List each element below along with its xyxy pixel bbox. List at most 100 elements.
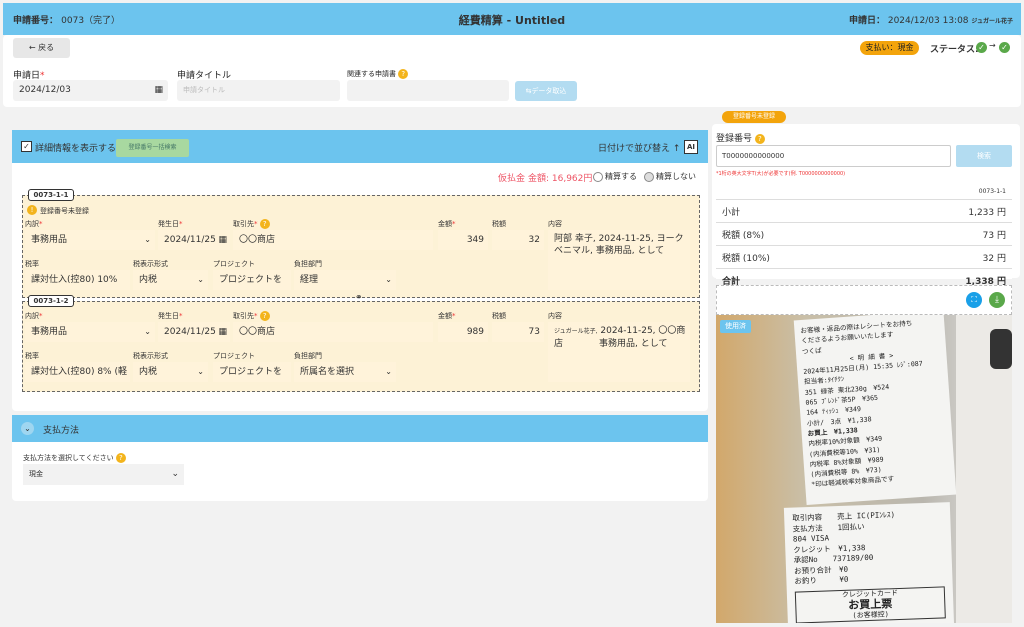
category-select[interactable]: 事務用品 ⌄ xyxy=(25,322,155,342)
unregistered-badge: 登録番号未登録 xyxy=(722,111,786,123)
bulk-search-button[interactable]: 登録番号一括検索 xyxy=(116,139,189,157)
dept-select[interactable]: 経理 ⌄ xyxy=(294,270,396,290)
project-select[interactable]: プロジェクトを xyxy=(213,270,291,290)
registration-label: 登録番号 ? xyxy=(716,131,765,144)
item-tag: 0073-1-2 xyxy=(28,295,74,307)
chevron-down-icon: ⌄ xyxy=(385,367,392,376)
chevron-down-icon: ⌄ xyxy=(171,469,179,479)
tax-input[interactable]: 32 xyxy=(492,230,544,250)
tax8-label: 税額 (8%) xyxy=(716,222,874,246)
vendor-input[interactable]: 〇〇商店 xyxy=(233,230,433,250)
tax-rate-select[interactable]: 課対仕入(控80) 10% xyxy=(25,270,130,290)
project-label: プロジェクト xyxy=(213,260,255,268)
fullscreen-icon[interactable]: ⛶ xyxy=(966,292,982,308)
amount-input[interactable]: 349 xyxy=(438,230,488,250)
tax8-value: 73 円 xyxy=(873,222,1012,246)
tax-type-select[interactable]: 内税 ⌄ xyxy=(133,362,208,382)
question-icon: ? xyxy=(259,311,270,321)
payment-badge: 支払い：現金 xyxy=(860,41,919,55)
payment-header[interactable] xyxy=(12,415,708,442)
tax-input[interactable]: 73 xyxy=(492,322,544,342)
vendor-label: 取引先* ? xyxy=(233,219,270,229)
tax-type-select[interactable]: 内税 ⌄ xyxy=(133,270,208,290)
related-input[interactable] xyxy=(347,80,509,101)
date-input[interactable]: 2024/12/03 ▦ xyxy=(13,80,168,101)
tax-type-label: 税表示形式 xyxy=(133,260,168,268)
item-tag: 0073-1-1 xyxy=(28,189,74,201)
tax-rate-select[interactable]: 課対仕入(控80) 8% (軽 xyxy=(25,362,130,382)
no-settle-label: 精算しない xyxy=(656,172,696,181)
content-label: 内容 xyxy=(548,220,562,228)
calendar-icon: ▦ xyxy=(154,85,163,95)
no-settle-radio[interactable] xyxy=(644,172,654,182)
tax10-label: 税額 (10%) xyxy=(716,245,874,269)
tax-type-label: 税表示形式 xyxy=(133,352,168,360)
content-textarea[interactable]: ジュガール花子, 2024-11-25, 〇〇商店 事務用品, として xyxy=(548,322,690,382)
import-button[interactable]: ⇆データ取込 xyxy=(515,81,577,101)
tax-label: 税額 xyxy=(492,220,506,228)
tax-rate-label: 税率 xyxy=(25,352,39,360)
question-icon: ? xyxy=(398,69,409,79)
vendor-input[interactable]: 〇〇商店 xyxy=(233,322,433,342)
question-icon: ? xyxy=(115,453,126,463)
amount-input[interactable]: 989 xyxy=(438,322,488,342)
totals-table: 0073-1-1 小計 1,233 円 税額 (8%) 73 円 税額 (10%) 3… xyxy=(716,183,1012,292)
project-label: プロジェクト xyxy=(213,352,255,360)
vendor-label: 取引先* ? xyxy=(233,311,270,321)
subtotal-value: 1,233 円 xyxy=(873,199,1012,223)
check-icon: ✓ xyxy=(976,42,987,53)
sort-by-date-button[interactable]: 日付けで並び替え ↑ xyxy=(598,141,680,154)
ai-icon[interactable]: AI xyxy=(684,140,698,154)
arrow-left-icon: ← xyxy=(28,43,36,52)
amount-label: 金額* xyxy=(438,312,456,320)
used-badge: 使用済 xyxy=(720,320,751,333)
status-arrow: → xyxy=(989,41,996,50)
status-label: ステータス: xyxy=(930,45,979,55)
question-icon: ? xyxy=(259,219,270,229)
chevron-down-icon: ⌄ xyxy=(144,327,151,336)
item-date-input[interactable]: 2024/11/25 ▦ xyxy=(158,230,230,250)
payment-prompt: 支払方法を選択してください ? xyxy=(23,453,126,463)
subtotal-label: 小計 xyxy=(716,199,874,223)
receipt-paper-lower: 取引内容 売上 IC(PIﾝﾚｽ) 支払方法 1回払い 804 VISA クレジ… xyxy=(783,502,955,623)
chevron-down-icon[interactable]: ⌄ xyxy=(21,422,34,435)
chevron-down-icon: ⌄ xyxy=(197,275,204,284)
date-label: 発生日* xyxy=(158,220,183,228)
calendar-icon: ▦ xyxy=(218,327,227,337)
category-label: 内訳* xyxy=(25,312,43,320)
settle-radio[interactable] xyxy=(593,172,603,182)
totals-header: 0073-1-1 xyxy=(716,183,1012,200)
download-icon[interactable]: ⤓ xyxy=(989,292,1005,308)
calendar-icon: ▦ xyxy=(218,235,227,245)
chevron-down-icon: ⌄ xyxy=(144,235,151,244)
dept-label: 負担部門 xyxy=(294,260,322,268)
category-select[interactable]: 事務用品 ⌄ xyxy=(25,230,155,250)
category-label: 内訳* xyxy=(25,220,43,228)
question-icon: ? xyxy=(754,134,765,144)
chevron-down-icon: ⌄ xyxy=(385,275,392,284)
content-textarea[interactable]: 阿部 幸子, 2024-11-25, ヨークベニマル, 事務用品, として xyxy=(548,230,690,290)
tax-label: 税額 xyxy=(492,312,506,320)
settle-label: 精算する xyxy=(605,172,637,181)
registration-search-button[interactable]: 検索 xyxy=(956,145,1012,167)
dept-select[interactable]: 所属名を選択 ⌄ xyxy=(294,362,396,382)
show-details-label: 詳細情報を表示する xyxy=(35,144,117,154)
project-select[interactable]: プロジェクトを xyxy=(213,362,291,382)
card-box: クレジットカード お買上票 (お客様控) xyxy=(794,585,946,623)
tax-rate-label: 税率 xyxy=(25,260,39,268)
title-input[interactable]: 申請タイトル xyxy=(177,80,340,101)
chevron-down-icon: ⌄ xyxy=(197,367,204,376)
unregistered-label: 登録番号未登録 xyxy=(40,207,89,215)
header-bar: 申請番号： 0073（完了） 経費精算 - Untitled 申請日： 2024… xyxy=(3,3,1021,35)
registration-input[interactable]: T0000000000000 xyxy=(716,145,951,167)
tax10-value: 32 円 xyxy=(873,245,1012,269)
advance-label: 仮払金 xyxy=(498,174,526,184)
item-date-input[interactable]: 2024/11/25 ▦ xyxy=(158,322,230,342)
warning-icon: ! xyxy=(27,205,37,215)
payment-select[interactable]: 現金 ⌄ xyxy=(23,464,184,485)
receipt-paper: お客様・返品の際はレシートをお持ち くださるようお願いいたします つくば < 明… xyxy=(793,315,957,506)
date-label: 発生日* xyxy=(158,312,183,320)
back-button[interactable]: ← 戻る xyxy=(13,38,70,58)
receipt-image: 使用済 お客様・返品の際はレシートをお持ち くださるようお願いいたします つくば… xyxy=(716,315,1012,623)
show-details-checkbox[interactable]: ✓ xyxy=(21,141,32,152)
